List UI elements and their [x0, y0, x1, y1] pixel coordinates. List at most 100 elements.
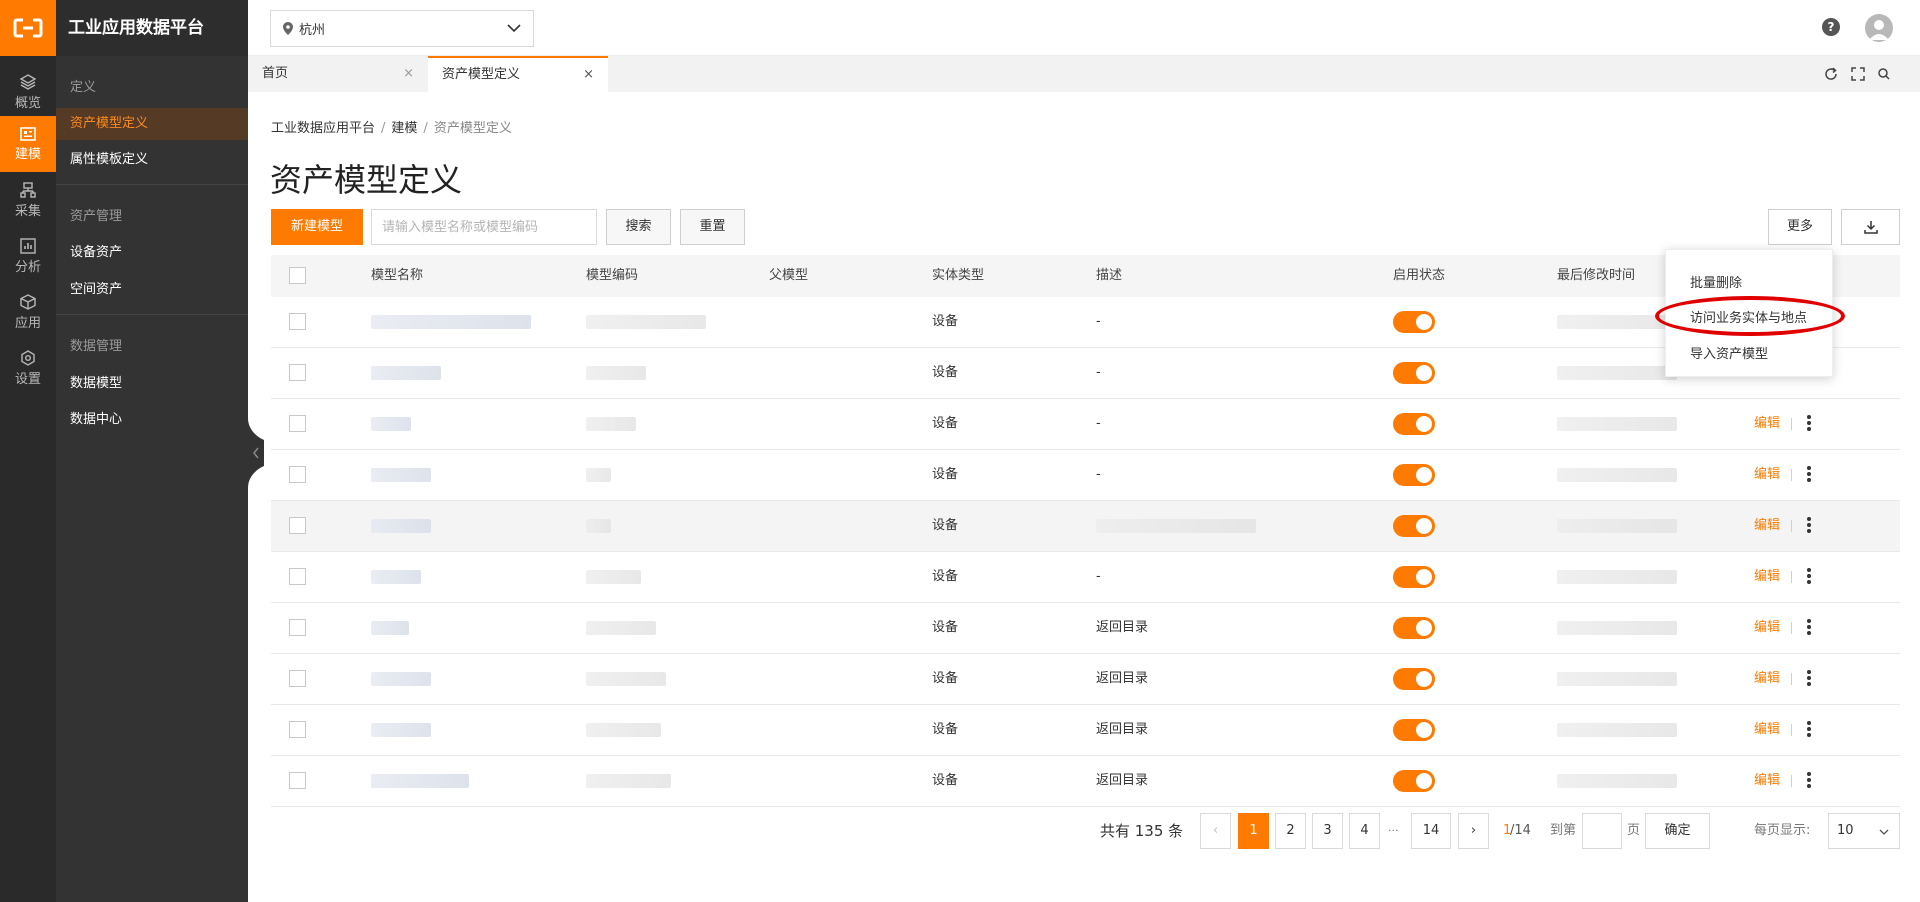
submenu-item-asset-model[interactable]: 资产模型定义: [56, 108, 248, 140]
close-icon[interactable]: ×: [403, 56, 414, 92]
rail-item-collect[interactable]: 采集: [0, 172, 56, 228]
row-checkbox[interactable]: [289, 466, 306, 483]
table-row[interactable]: 设备 返回目录 编辑: [271, 654, 1900, 705]
tab-asset-model[interactable]: 资产模型定义 ×: [428, 56, 608, 92]
row-checkbox[interactable]: [289, 619, 306, 636]
close-icon[interactable]: ×: [583, 58, 594, 92]
submenu-item-data-model[interactable]: 数据模型: [56, 368, 248, 400]
column-header-enabled[interactable]: 启用状态: [1393, 255, 1445, 297]
table-row[interactable]: 设备 - 编辑: [271, 450, 1900, 501]
model-name-link[interactable]: [371, 621, 409, 635]
more-actions-icon[interactable]: [1804, 566, 1814, 588]
more-actions-icon[interactable]: [1804, 413, 1814, 435]
rail-item-modeling[interactable]: 建模: [0, 116, 56, 172]
enabled-toggle[interactable]: [1393, 311, 1435, 333]
more-button[interactable]: 更多: [1768, 209, 1832, 245]
page-button-1[interactable]: 1: [1238, 813, 1269, 849]
table-row[interactable]: 设备 -: [271, 348, 1900, 399]
edit-link[interactable]: 编辑: [1754, 552, 1780, 602]
enabled-toggle[interactable]: [1393, 413, 1435, 435]
table-row[interactable]: 设备 编辑: [271, 501, 1900, 552]
page-size-select[interactable]: 10: [1828, 813, 1900, 849]
column-header-description[interactable]: 描述: [1096, 255, 1122, 297]
table-row[interactable]: 设备 返回目录 编辑: [271, 756, 1900, 807]
rail-item-overview[interactable]: 概览: [0, 64, 56, 120]
prev-page-button[interactable]: ‹: [1200, 813, 1231, 849]
table-row[interactable]: 设备 -: [271, 297, 1900, 348]
select-all-checkbox[interactable]: [289, 267, 306, 284]
edit-link[interactable]: 编辑: [1754, 654, 1780, 704]
collapse-sidebar-handle[interactable]: [248, 418, 264, 488]
fullscreen-icon[interactable]: [1850, 66, 1866, 82]
more-actions-icon[interactable]: [1804, 617, 1814, 639]
download-button[interactable]: [1841, 209, 1900, 245]
search-icon[interactable]: [1876, 66, 1892, 82]
next-page-button[interactable]: ›: [1458, 813, 1489, 849]
more-actions-icon[interactable]: [1804, 515, 1814, 537]
more-actions-icon[interactable]: [1804, 668, 1814, 690]
breadcrumb-root[interactable]: 工业数据应用平台: [271, 121, 375, 136]
model-name-link[interactable]: [371, 723, 431, 737]
table-row[interactable]: 设备 返回目录 编辑: [271, 705, 1900, 756]
table-row[interactable]: 设备 - 编辑: [271, 399, 1900, 450]
column-header-modified[interactable]: 最后修改时间: [1557, 255, 1635, 297]
model-name-link[interactable]: [371, 417, 411, 431]
column-header-name[interactable]: 模型名称: [371, 255, 423, 297]
enabled-toggle[interactable]: [1393, 464, 1435, 486]
goto-page-input[interactable]: [1582, 813, 1622, 849]
logo[interactable]: [0, 0, 56, 56]
edit-link[interactable]: 编辑: [1754, 756, 1780, 806]
model-name-link[interactable]: [371, 570, 421, 584]
model-name-link[interactable]: [371, 366, 441, 380]
avatar[interactable]: [1865, 14, 1893, 42]
rail-item-analysis[interactable]: 分析: [0, 228, 56, 284]
row-checkbox[interactable]: [289, 568, 306, 585]
search-input[interactable]: [371, 209, 597, 245]
row-checkbox[interactable]: [289, 772, 306, 789]
enabled-toggle[interactable]: [1393, 719, 1435, 741]
submenu-item-data-center[interactable]: 数据中心: [56, 404, 248, 436]
enabled-toggle[interactable]: [1393, 770, 1435, 792]
tab-home[interactable]: 首页 ×: [248, 56, 428, 92]
more-actions-icon[interactable]: [1804, 464, 1814, 486]
menu-item-import-model[interactable]: 导入资产模型: [1690, 343, 1768, 362]
model-name-link[interactable]: [371, 672, 431, 686]
column-header-code[interactable]: 模型编码: [586, 255, 638, 297]
confirm-goto-button[interactable]: 确定: [1645, 813, 1710, 849]
column-header-entity-type[interactable]: 实体类型: [932, 255, 984, 297]
table-row[interactable]: 设备 返回目录 编辑: [271, 603, 1900, 654]
edit-link[interactable]: 编辑: [1754, 705, 1780, 755]
page-button-2[interactable]: 2: [1275, 813, 1306, 849]
column-header-parent[interactable]: 父模型: [769, 255, 808, 297]
help-icon[interactable]: ?: [1822, 18, 1840, 36]
more-actions-icon[interactable]: [1804, 770, 1814, 792]
edit-link[interactable]: 编辑: [1754, 450, 1780, 500]
enabled-toggle[interactable]: [1393, 566, 1435, 588]
search-button[interactable]: 搜索: [606, 209, 671, 245]
row-checkbox[interactable]: [289, 517, 306, 534]
model-name-link[interactable]: [371, 468, 431, 482]
reset-button[interactable]: 重置: [680, 209, 745, 245]
row-checkbox[interactable]: [289, 721, 306, 738]
rail-item-apps[interactable]: 应用: [0, 284, 56, 340]
more-actions-icon[interactable]: [1804, 719, 1814, 741]
enabled-toggle[interactable]: [1393, 617, 1435, 639]
enabled-toggle[interactable]: [1393, 668, 1435, 690]
submenu-item-device-assets[interactable]: 设备资产: [56, 237, 248, 269]
submenu-item-attr-template[interactable]: 属性模板定义: [56, 144, 248, 176]
menu-item-access-entities[interactable]: 访问业务实体与地点: [1690, 307, 1807, 326]
edit-link[interactable]: 编辑: [1754, 501, 1780, 551]
table-row[interactable]: 设备 - 编辑: [271, 552, 1900, 603]
model-name-link[interactable]: [371, 315, 531, 329]
row-checkbox[interactable]: [289, 415, 306, 432]
model-name-link[interactable]: [371, 774, 469, 788]
new-model-button[interactable]: 新建模型: [271, 209, 363, 245]
page-button-4[interactable]: 4: [1349, 813, 1380, 849]
edit-link[interactable]: 编辑: [1754, 603, 1780, 653]
model-name-link[interactable]: [371, 519, 431, 533]
edit-link[interactable]: 编辑: [1754, 399, 1780, 449]
page-button-3[interactable]: 3: [1312, 813, 1343, 849]
refresh-icon[interactable]: [1823, 66, 1839, 82]
enabled-toggle[interactable]: [1393, 515, 1435, 537]
row-checkbox[interactable]: [289, 313, 306, 330]
